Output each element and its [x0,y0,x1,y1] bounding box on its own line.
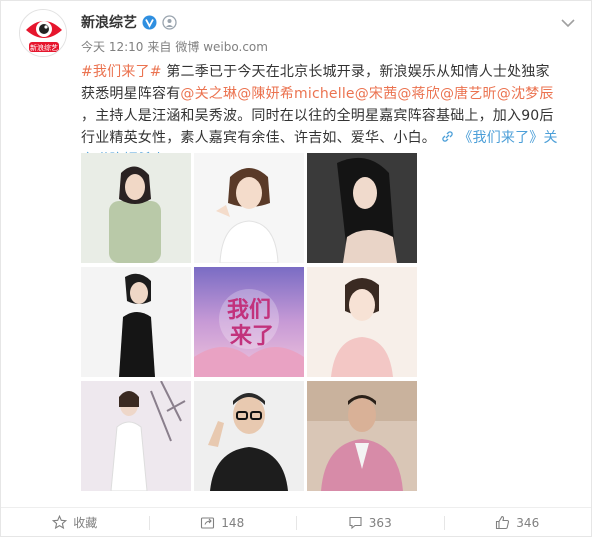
mention-link[interactable]: @蒋欣 [397,86,440,102]
more-chevron-down-icon[interactable] [561,13,575,28]
article-link-icon[interactable] [441,130,454,146]
mention-link[interactable]: @沈梦辰 [497,86,554,102]
verified-v-icon[interactable] [142,15,157,30]
author-name[interactable]: 新浪综艺 [81,12,137,32]
repost-count: 148 [221,515,245,530]
favorite-button[interactable]: 收藏 [1,508,149,537]
repost-button[interactable]: 148 [148,508,297,537]
poster-women-come[interactable]: 我们 来了 [194,267,304,377]
image-grid: 我们 来了 [81,153,417,493]
comment-count: 363 [368,515,392,530]
avatar-text: 新浪综艺 [30,43,58,52]
mention-link[interactable]: @关之琳 [180,86,237,102]
post-source[interactable]: 微博 weibo.com [175,38,268,55]
favorite-label: 收藏 [73,516,98,530]
photo-man-pink-suit[interactable] [307,381,417,491]
photo-woman-pink-top[interactable] [307,267,417,377]
photo-woman-green-dress[interactable] [81,153,191,263]
author-avatar[interactable]: 新浪综艺 [19,9,67,57]
photo-woman-dark-hair[interactable] [307,153,417,263]
sina-eye-logo-icon: 新浪综艺 [20,10,66,56]
source-prefix: 来自 [147,40,172,54]
hashtag-link[interactable]: #我们来了# [81,64,162,80]
like-button[interactable]: 346 [443,508,592,537]
like-count: 346 [516,515,540,530]
photo-woman-black-dress[interactable] [81,267,191,377]
comment-button[interactable]: 363 [296,508,444,537]
action-bar: 收藏 148 363 346 [1,507,591,537]
photo-man-glasses[interactable] [194,381,304,491]
author-row: 新浪综艺 [81,12,177,32]
post-timestamp[interactable]: 今天 12:10 [81,38,143,55]
repost-icon [201,517,215,529]
comment-icon [349,516,362,530]
star-icon [52,515,68,530]
weibo-post-card: 新浪综艺 新浪综艺 今天 12:10 来自 微博 weibo.com #我们来了… [0,0,592,537]
poster-title-line1: 我们 [227,298,271,323]
thumbs-up-icon [496,515,510,530]
post-meta: 今天 12:10 来自 微博 weibo.com [81,38,268,55]
poster-title-line2: 来了 [229,324,274,349]
mention-link[interactable]: @唐艺昕 [440,86,497,102]
mention-link[interactable]: @陳妍希michelle [237,86,355,102]
member-badge-icon[interactable] [162,14,177,30]
mention-link[interactable]: @宋茜 [355,86,398,102]
photo-woman-white-lace-dress[interactable] [81,381,191,491]
photo-woman-white-top[interactable] [194,153,304,263]
